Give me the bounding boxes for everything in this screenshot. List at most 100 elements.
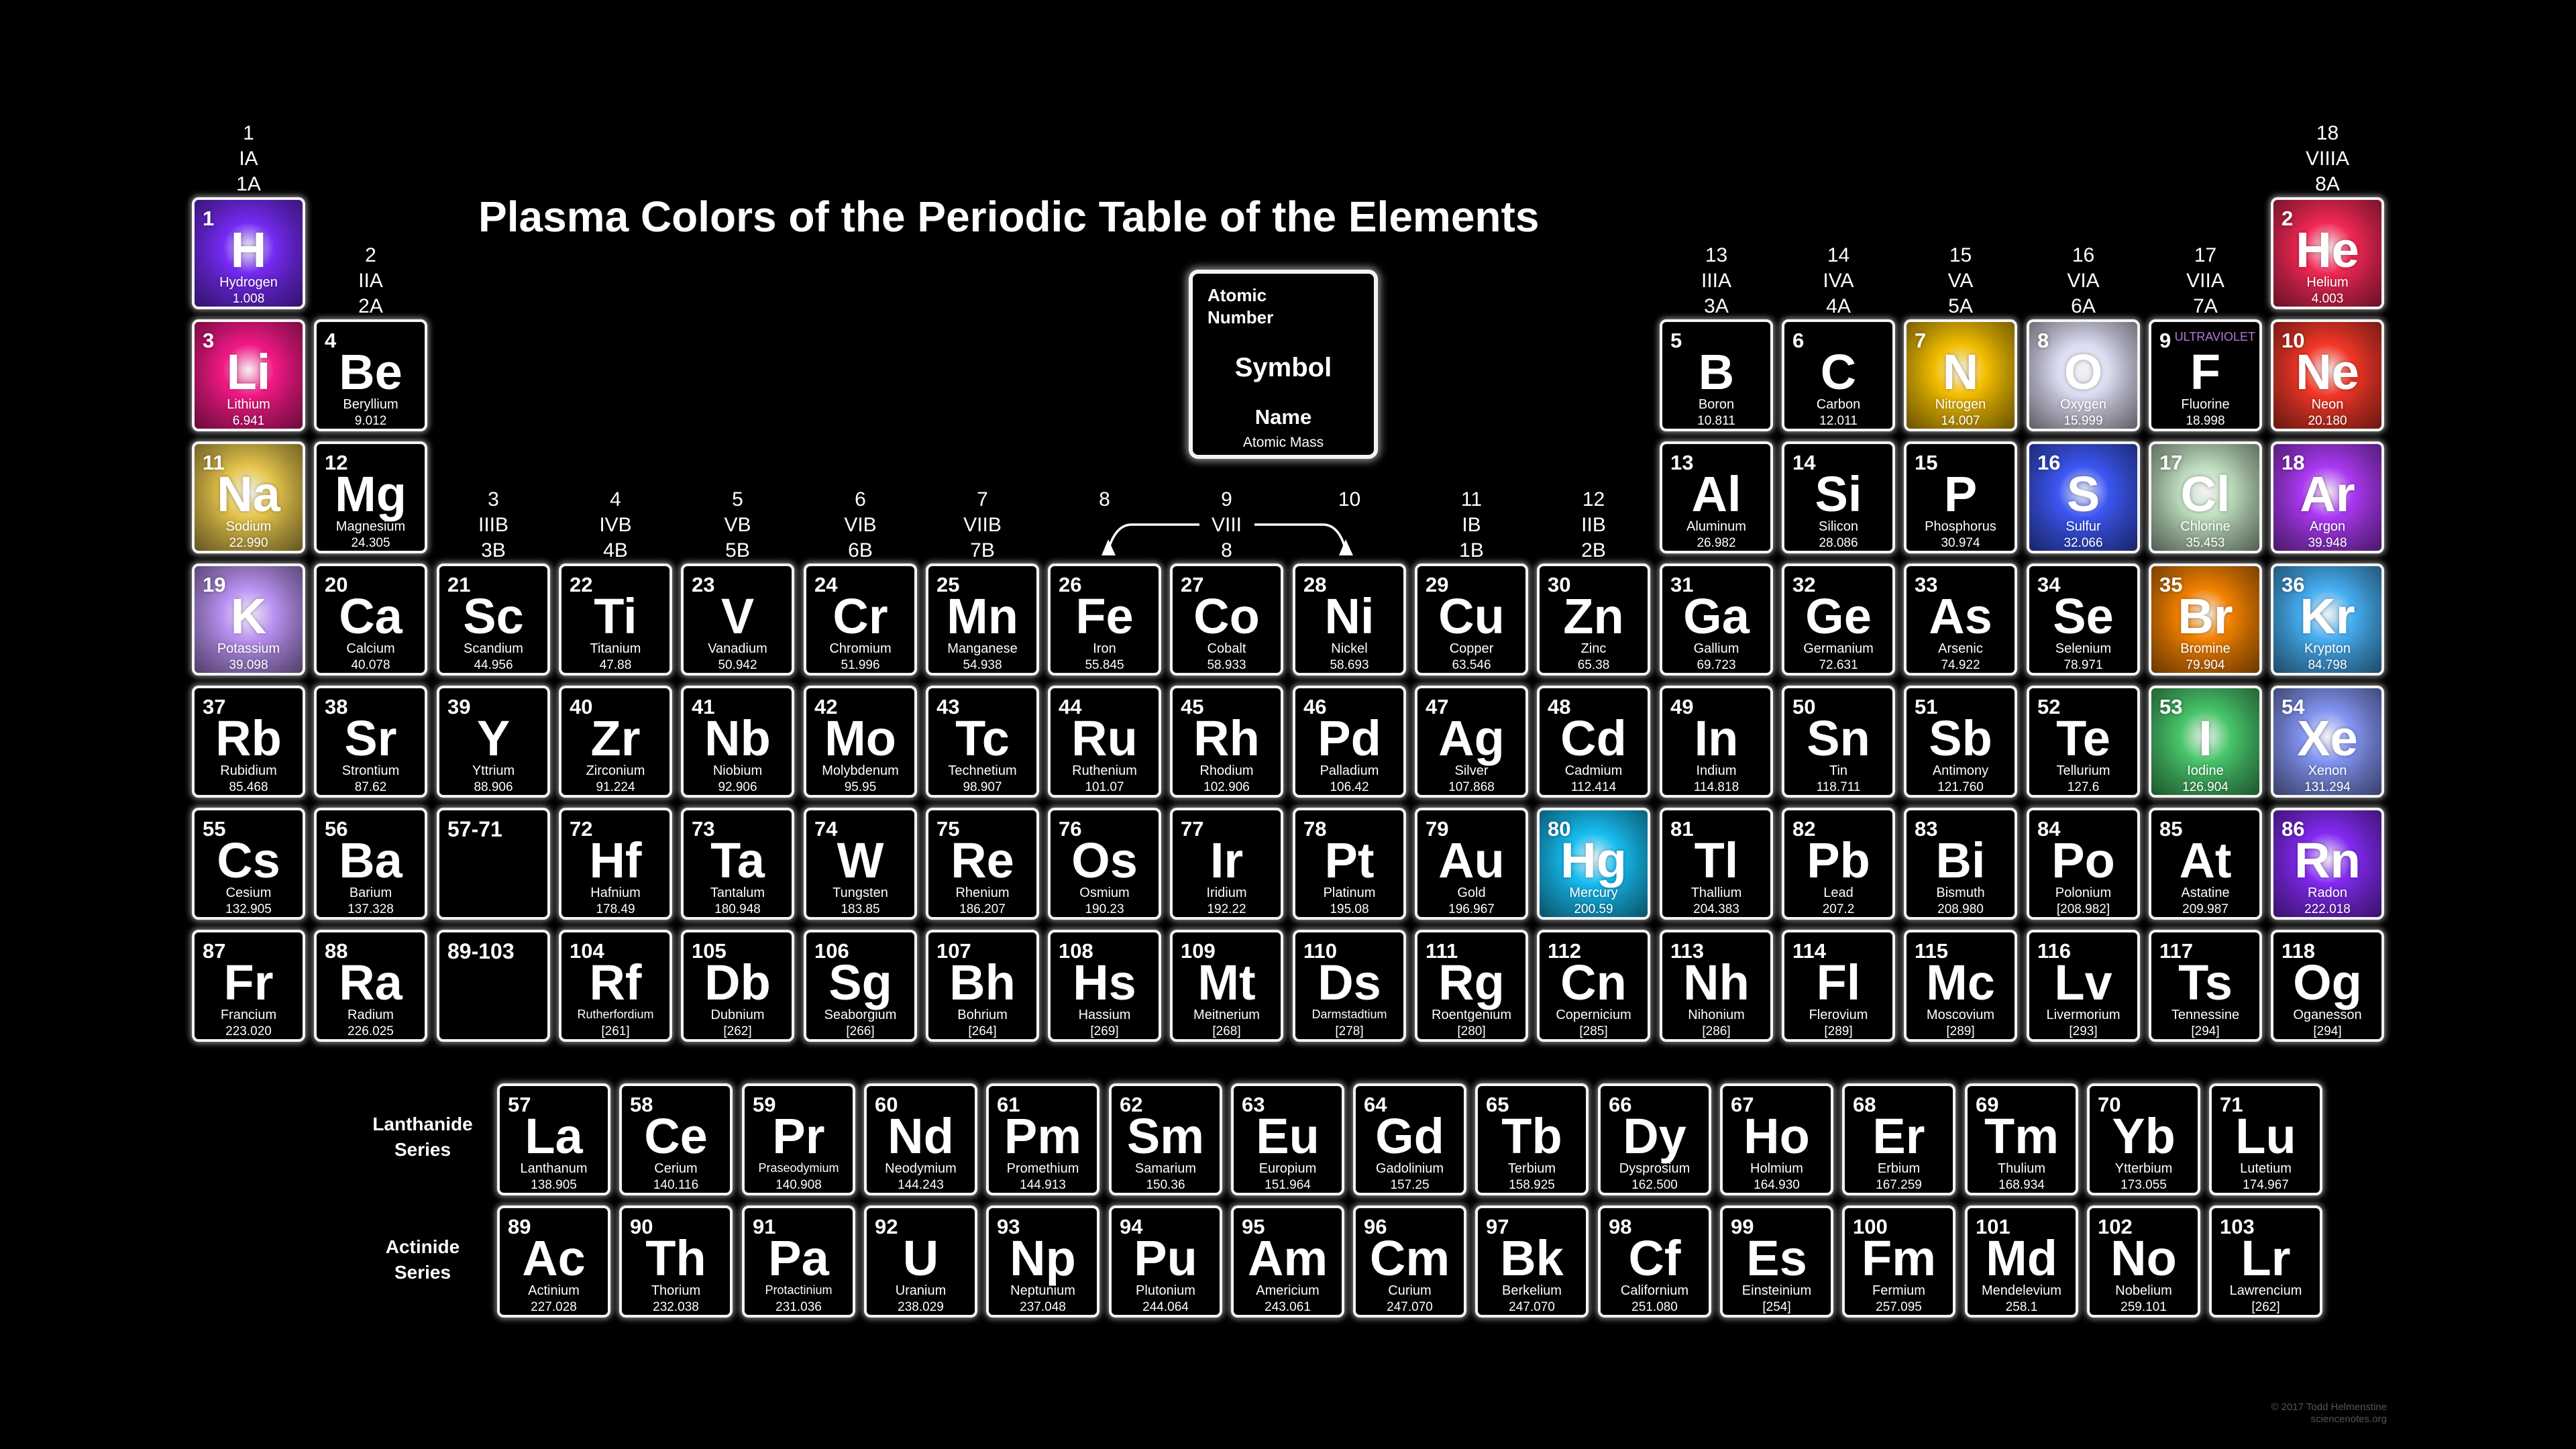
element-name: Iridium (1206, 885, 1247, 900)
element-symbol: Bk (1500, 1230, 1564, 1286)
element-cell-ru: 44 Ru Ruthenium 101.07 (1048, 686, 1161, 798)
group-label-line: IIIA (1701, 270, 1731, 292)
atomic-mass: 157.25 (1390, 1178, 1430, 1192)
element-cell-tb: 65 Tb Terbium 158.925 (1475, 1083, 1589, 1195)
element-symbol: N (1942, 344, 1979, 400)
element-name: Thulium (1997, 1161, 2046, 1176)
element-symbol: Rb (215, 710, 282, 766)
element-symbol: Ag (1438, 710, 1505, 766)
element-name: Rutherfordium (577, 1008, 654, 1021)
element-symbol: Mg (335, 466, 407, 522)
element-cell-kr: 36 Kr Krypton 84.798 (2271, 564, 2384, 676)
atomic-mass: 168.934 (1998, 1178, 2045, 1192)
atomic-mass: [268] (1212, 1024, 1241, 1038)
element-cell-u: 92 U Uranium 238.029 (864, 1205, 977, 1318)
element-cell-o: 8 O Oxygen 15.999 (2027, 319, 2140, 431)
element-name: Praseodymium (758, 1161, 839, 1175)
element-cell-be: 4 Be Beryllium 9.012 (314, 319, 427, 431)
atomic-mass: 164.930 (1754, 1178, 1800, 1192)
element-symbol: Ce (644, 1108, 708, 1164)
group-label-10: 10 (1293, 487, 1406, 513)
element-symbol: Hf (589, 833, 642, 888)
group-label-2: 2 IIA 2A (314, 243, 427, 319)
group-label-line: 5A (1948, 295, 1973, 317)
element-name: Gold (1457, 885, 1486, 900)
element-symbol: Br (2178, 588, 2233, 644)
group-label-line: IVA (1823, 270, 1854, 292)
element-name: Radium (347, 1008, 394, 1022)
element-name: Dubnium (710, 1008, 765, 1022)
element-symbol: Lu (2235, 1108, 2296, 1164)
element-cell-am: 95 Am Americium 243.061 (1231, 1205, 1344, 1318)
element-cell-bh: 107 Bh Bohrium [264] (926, 930, 1039, 1042)
element-name: Tellurium (2056, 763, 2110, 778)
atomic-mass: 204.383 (1693, 902, 1739, 916)
element-cell-pm: 61 Pm Promethium 144.913 (986, 1083, 1099, 1195)
element-symbol: Es (1746, 1230, 1807, 1286)
group-label-line: 7A (2193, 295, 2218, 317)
element-cell-yb: 70 Yb Ytterbium 173.055 (2087, 1083, 2200, 1195)
group-label-line: IVB (599, 514, 632, 536)
group-label-line: 13 (1705, 244, 1728, 266)
element-name: Lanthanum (520, 1161, 588, 1176)
element-symbol: Nd (888, 1108, 954, 1164)
atomic-mass: 18.998 (2186, 414, 2225, 428)
atomic-mass: 15.999 (2063, 414, 2103, 428)
atomic-mass: 227.028 (531, 1300, 577, 1314)
element-cell-hs: 108 Hs Hassium [269] (1048, 930, 1161, 1042)
atomic-mass: 158.925 (1509, 1178, 1555, 1192)
element-cell-eu: 63 Eu Europium 151.964 (1231, 1083, 1344, 1195)
group-label-7: 7 VIIB 7B (926, 487, 1039, 564)
atomic-mass: [285] (1579, 1024, 1608, 1038)
atomic-mass: 28.086 (1819, 536, 1858, 550)
group-label-12: 12 IIB 2B (1537, 487, 1650, 564)
atomic-mass: 74.922 (1941, 658, 1980, 672)
element-symbol: P (1943, 466, 1978, 522)
element-symbol: Pt (1324, 833, 1375, 888)
element-symbol: F (2190, 344, 2221, 400)
element-name: Mercury (1569, 885, 1618, 900)
atomic-mass: 131.294 (2304, 780, 2351, 794)
element-cell-th: 90 Th Thorium 232.038 (619, 1205, 733, 1318)
group-label-line: IIIB (478, 514, 508, 536)
atomic-mass: [294] (2313, 1024, 2342, 1038)
element-cell-mt: 109 Mt Meitnerium [268] (1170, 930, 1283, 1042)
atomic-mass: 79.904 (2186, 658, 2225, 672)
atomic-mass: 207.2 (1822, 902, 1855, 916)
element-cell-ra: 88 Ra Radium 226.025 (314, 930, 427, 1042)
atomic-mass: 126.904 (2182, 780, 2229, 794)
element-name: Rhenium (955, 885, 1010, 900)
atomic-mass: 51.996 (841, 658, 880, 672)
atomic-mass: 39.948 (2308, 536, 2347, 550)
element-name: Iron (1093, 641, 1116, 656)
element-name: Ruthenium (1072, 763, 1137, 778)
element-symbol: At (2179, 833, 2232, 888)
element-cell-hg: 80 Hg Mercury 200.59 (1537, 808, 1650, 920)
element-symbol: Na (217, 466, 280, 522)
atomic-mass: 63.546 (1452, 658, 1491, 672)
element-symbol: Rg (1438, 955, 1505, 1010)
atomic-mass: 180.948 (714, 902, 761, 916)
element-cell-ni: 28 Ni Nickel 58.693 (1293, 564, 1406, 676)
element-symbol: Xe (2297, 710, 2358, 766)
element-name: Californium (1620, 1283, 1689, 1298)
element-symbol: In (1694, 710, 1739, 766)
element-cell-sr: 38 Sr Strontium 87.62 (314, 686, 427, 798)
element-symbol: Rf (589, 955, 642, 1010)
element-symbol: Rh (1193, 710, 1260, 766)
element-name: Gallium (1693, 641, 1739, 656)
group-label-line: 2 (365, 244, 376, 266)
group-label-5: 5 VB 5B (681, 487, 794, 564)
element-symbol: Y (476, 710, 511, 766)
element-name: Berkelium (1502, 1283, 1562, 1298)
element-name: Thallium (1690, 885, 1742, 900)
element-name: Seaborgium (824, 1008, 897, 1022)
element-cell-ac: 89 Ac Actinium 227.028 (497, 1205, 610, 1318)
element-name: Cobalt (1207, 641, 1246, 656)
element-symbol: Fe (1075, 588, 1134, 644)
element-name: Curium (1388, 1283, 1432, 1298)
atomic-mass: 121.760 (1937, 780, 1984, 794)
element-name: Phosphorus (1925, 519, 1996, 534)
element-name: Chromium (829, 641, 892, 656)
atomic-mass: 30.974 (1941, 536, 1980, 550)
